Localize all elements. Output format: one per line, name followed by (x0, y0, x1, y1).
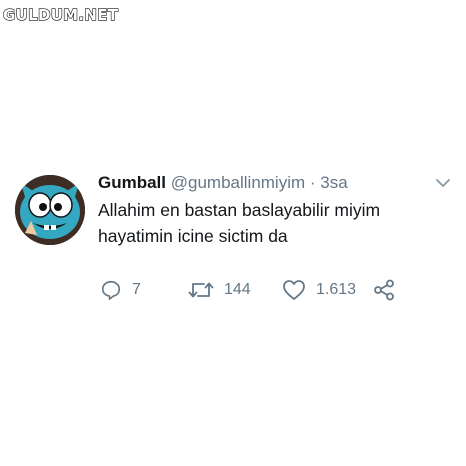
like-count: 1.613 (316, 281, 357, 298)
retweet-icon (188, 282, 214, 298)
heart-icon (283, 280, 305, 300)
author-handle[interactable]: @gumballinmiyim (171, 173, 305, 192)
separator-dot: · (309, 173, 316, 192)
author-name[interactable]: Gumball (98, 173, 166, 192)
tweet-text-line: hayatimin icine sictim da (98, 226, 288, 246)
reply-count: 7 (132, 281, 141, 298)
gumball-avatar-image (15, 175, 85, 245)
chevron-down-icon[interactable] (434, 176, 452, 190)
retweet-count: 144 (224, 281, 251, 298)
timestamp[interactable]: 3sa (320, 173, 347, 192)
tweet-text-line: Allahim en bastan baslayabilir miyim (98, 200, 381, 220)
tweet-text: Allahim en bastan baslayabilir miyim hay… (98, 197, 380, 249)
share-button[interactable] (373, 277, 395, 303)
tweet-header: Gumball @gumballinmiyim · 3sa (98, 173, 348, 193)
share-icon (374, 279, 394, 301)
avatar[interactable] (15, 175, 85, 245)
reply-icon (101, 280, 121, 300)
like-button[interactable]: 1.613 (282, 277, 356, 303)
retweet-button[interactable]: 144 (188, 277, 251, 303)
reply-button[interactable]: 7 (100, 277, 141, 303)
tweet-card[interactable]: Gumball @gumballinmiyim · 3sa Allahim en… (0, 0, 466, 466)
